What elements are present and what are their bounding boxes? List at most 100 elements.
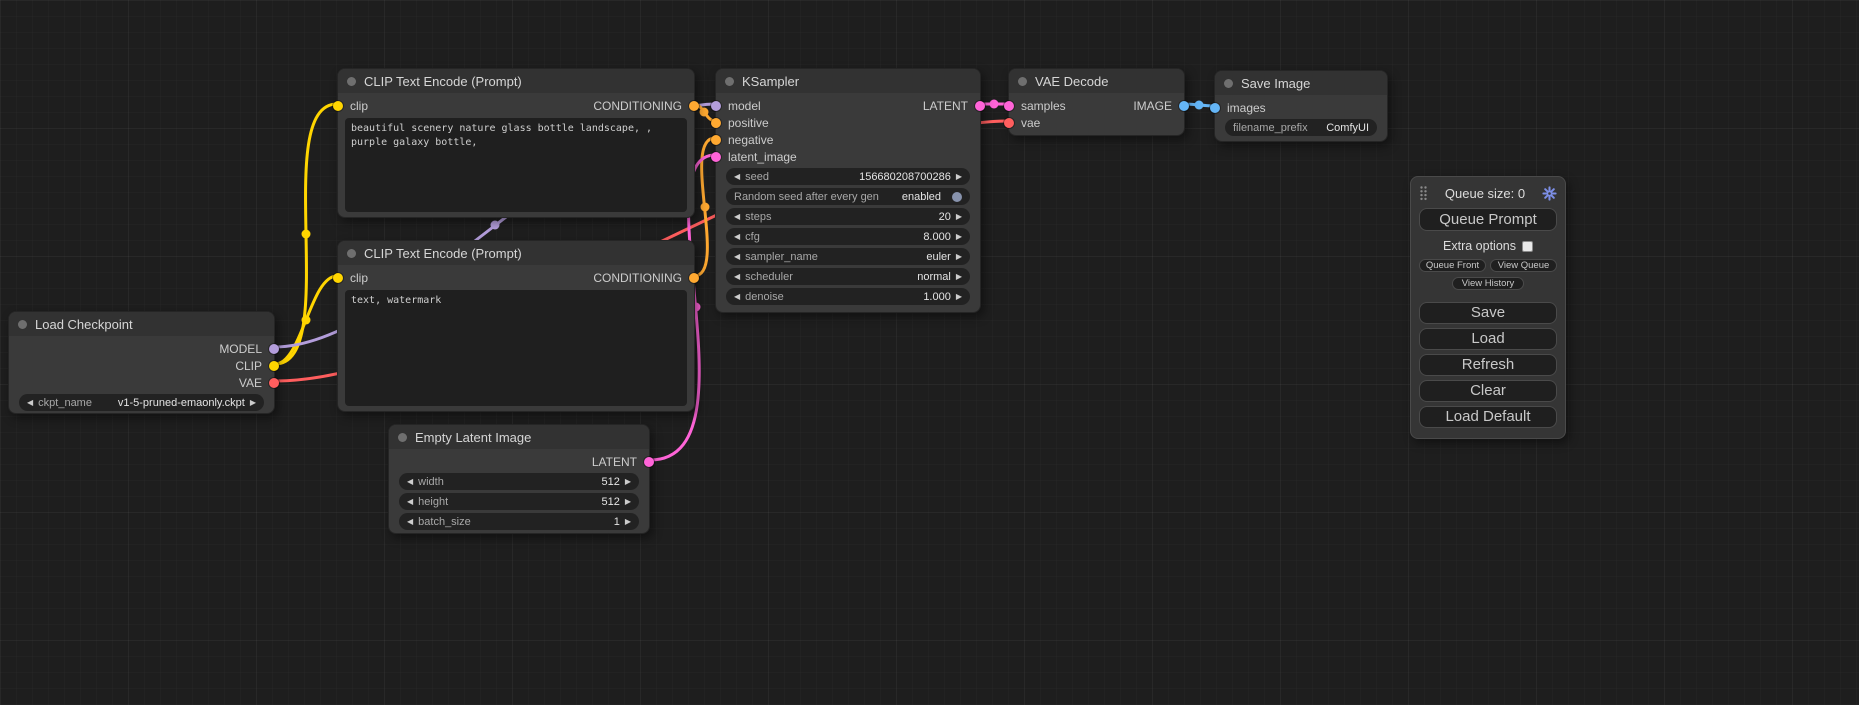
node-title-bar[interactable]: CLIP Text Encode (Prompt) xyxy=(338,69,694,93)
node-clip-text-encode-positive[interactable]: CLIP Text Encode (Prompt) clip CONDITION… xyxy=(337,68,695,218)
widget-denoise[interactable]: ◀ denoise 1.000 ▶ xyxy=(726,288,970,305)
clip-input-port[interactable] xyxy=(333,101,343,111)
node-title-bar[interactable]: VAE Decode xyxy=(1009,69,1184,93)
widget-steps[interactable]: ◀ steps 20 ▶ xyxy=(726,208,970,225)
conditioning-output-port[interactable] xyxy=(689,273,699,283)
refresh-button[interactable]: Refresh xyxy=(1419,354,1557,376)
load-button[interactable]: Load xyxy=(1419,328,1557,350)
node-title-bar[interactable]: Empty Latent Image xyxy=(389,425,649,449)
positive-prompt-textarea[interactable]: beautiful scenery nature glass bottle la… xyxy=(345,118,687,212)
view-history-button[interactable]: View History xyxy=(1452,277,1524,290)
widget-scheduler[interactable]: ◀ scheduler normal ▶ xyxy=(726,268,970,285)
negative-input-port[interactable] xyxy=(711,135,721,145)
seed-toggle-icon[interactable] xyxy=(952,192,962,202)
queue-buttons-row: Queue Front View Queue xyxy=(1419,259,1557,272)
decrement-arrow-icon[interactable]: ◀ xyxy=(407,518,413,526)
vae-input-port[interactable] xyxy=(1004,118,1014,128)
wire-midpoint-dot xyxy=(491,221,500,230)
decrement-arrow-icon[interactable]: ◀ xyxy=(734,273,740,281)
widget-label: ckpt_name xyxy=(38,397,92,409)
increment-arrow-icon[interactable]: ▶ xyxy=(250,399,256,407)
queue-prompt-button[interactable]: Queue Prompt xyxy=(1419,208,1557,231)
increment-arrow-icon[interactable]: ▶ xyxy=(956,293,962,301)
widget-ckpt-name[interactable]: ◀ ckpt_name v1-5-pruned-emaonly.ckpt ▶ xyxy=(19,394,264,411)
increment-arrow-icon[interactable]: ▶ xyxy=(625,498,631,506)
decrement-arrow-icon[interactable]: ◀ xyxy=(734,173,740,181)
input-label: clip xyxy=(350,271,368,285)
collapse-dot[interactable] xyxy=(347,77,356,86)
decrement-arrow-icon[interactable]: ◀ xyxy=(734,213,740,221)
widget-batch-size[interactable]: ◀ batch_size 1 ▶ xyxy=(399,513,639,530)
queue-front-button[interactable]: Queue Front xyxy=(1419,259,1486,272)
widget-filename-prefix[interactable]: filename_prefix ComfyUI xyxy=(1225,119,1377,136)
increment-arrow-icon[interactable]: ▶ xyxy=(956,213,962,221)
widget-sampler-name[interactable]: ◀ sampler_name euler ▶ xyxy=(726,248,970,265)
model-input-port[interactable] xyxy=(711,101,721,111)
latent-image-input-port[interactable] xyxy=(711,152,721,162)
negative-prompt-textarea[interactable]: text, watermark xyxy=(345,290,687,406)
decrement-arrow-icon[interactable]: ◀ xyxy=(407,498,413,506)
increment-arrow-icon[interactable]: ▶ xyxy=(956,253,962,261)
widget-value: 512 xyxy=(601,476,619,488)
node-title: Load Checkpoint xyxy=(35,317,133,332)
node-title: CLIP Text Encode (Prompt) xyxy=(364,246,522,261)
collapse-dot[interactable] xyxy=(398,433,407,442)
conditioning-output-port[interactable] xyxy=(689,101,699,111)
node-title-bar[interactable]: Load Checkpoint xyxy=(9,312,274,336)
widget-width[interactable]: ◀ width 512 ▶ xyxy=(399,473,639,490)
increment-arrow-icon[interactable]: ▶ xyxy=(956,173,962,181)
node-title-bar[interactable]: CLIP Text Encode (Prompt) xyxy=(338,241,694,265)
positive-input-port[interactable] xyxy=(711,118,721,128)
node-ksampler[interactable]: KSampler model LATENT positive negative … xyxy=(715,68,981,313)
increment-arrow-icon[interactable]: ▶ xyxy=(625,478,631,486)
latent-output-port[interactable] xyxy=(975,101,985,111)
clip-output-port[interactable] xyxy=(269,361,279,371)
node-clip-text-encode-negative[interactable]: CLIP Text Encode (Prompt) clip CONDITION… xyxy=(337,240,695,412)
node-empty-latent-image[interactable]: Empty Latent Image LATENT ◀ width 512 ▶ … xyxy=(388,424,650,534)
decrement-arrow-icon[interactable]: ◀ xyxy=(734,233,740,241)
collapse-dot[interactable] xyxy=(347,249,356,258)
wire-midpoint-dot xyxy=(302,230,311,239)
extra-options-checkbox[interactable] xyxy=(1522,241,1533,252)
increment-arrow-icon[interactable]: ▶ xyxy=(956,273,962,281)
node-vae-decode[interactable]: VAE Decode samples IMAGE vae xyxy=(1008,68,1185,136)
comfyui-canvas[interactable]: { "icons": { "left_arrow": "◀", "right_a… xyxy=(0,0,1859,705)
load-default-button[interactable]: Load Default xyxy=(1419,406,1557,428)
latent-output-port[interactable] xyxy=(644,457,654,467)
widget-height[interactable]: ◀ height 512 ▶ xyxy=(399,493,639,510)
increment-arrow-icon[interactable]: ▶ xyxy=(956,233,962,241)
collapse-dot[interactable] xyxy=(1018,77,1027,86)
vae-output-port[interactable] xyxy=(269,378,279,388)
node-title-bar[interactable]: KSampler xyxy=(716,69,980,93)
node-title-bar[interactable]: Save Image xyxy=(1215,71,1387,95)
settings-gear-icon[interactable] xyxy=(1542,186,1557,201)
widget-cfg[interactable]: ◀ cfg 8.000 ▶ xyxy=(726,228,970,245)
save-button[interactable]: Save xyxy=(1419,302,1557,324)
images-input-port[interactable] xyxy=(1210,103,1220,113)
output-row-latent: LATENT xyxy=(389,453,649,470)
input-label: samples xyxy=(1021,99,1066,113)
samples-input-port[interactable] xyxy=(1004,101,1014,111)
widget-value: 1 xyxy=(614,516,620,528)
node-title: Save Image xyxy=(1241,76,1310,91)
widget-seed[interactable]: ◀ seed 156680208700286 ▶ xyxy=(726,168,970,185)
drag-handle-icon[interactable] xyxy=(1419,185,1428,201)
widget-random-seed-control[interactable]: Random seed after every gen enabled xyxy=(726,188,970,205)
decrement-arrow-icon[interactable]: ◀ xyxy=(407,478,413,486)
collapse-dot[interactable] xyxy=(18,320,27,329)
image-output-port[interactable] xyxy=(1179,101,1189,111)
collapse-dot[interactable] xyxy=(725,77,734,86)
collapse-dot[interactable] xyxy=(1224,79,1233,88)
decrement-arrow-icon[interactable]: ◀ xyxy=(27,399,33,407)
increment-arrow-icon[interactable]: ▶ xyxy=(625,518,631,526)
widget-label: Random seed after every gen xyxy=(734,191,879,203)
output-row-clip: CLIP xyxy=(9,357,274,374)
decrement-arrow-icon[interactable]: ◀ xyxy=(734,293,740,301)
node-load-checkpoint[interactable]: Load Checkpoint MODEL CLIP VAE ◀ ckpt_na… xyxy=(8,311,275,414)
clear-button[interactable]: Clear xyxy=(1419,380,1557,402)
decrement-arrow-icon[interactable]: ◀ xyxy=(734,253,740,261)
clip-input-port[interactable] xyxy=(333,273,343,283)
view-queue-button[interactable]: View Queue xyxy=(1490,259,1557,272)
model-output-port[interactable] xyxy=(269,344,279,354)
node-save-image[interactable]: Save Image images filename_prefix ComfyU… xyxy=(1214,70,1388,142)
